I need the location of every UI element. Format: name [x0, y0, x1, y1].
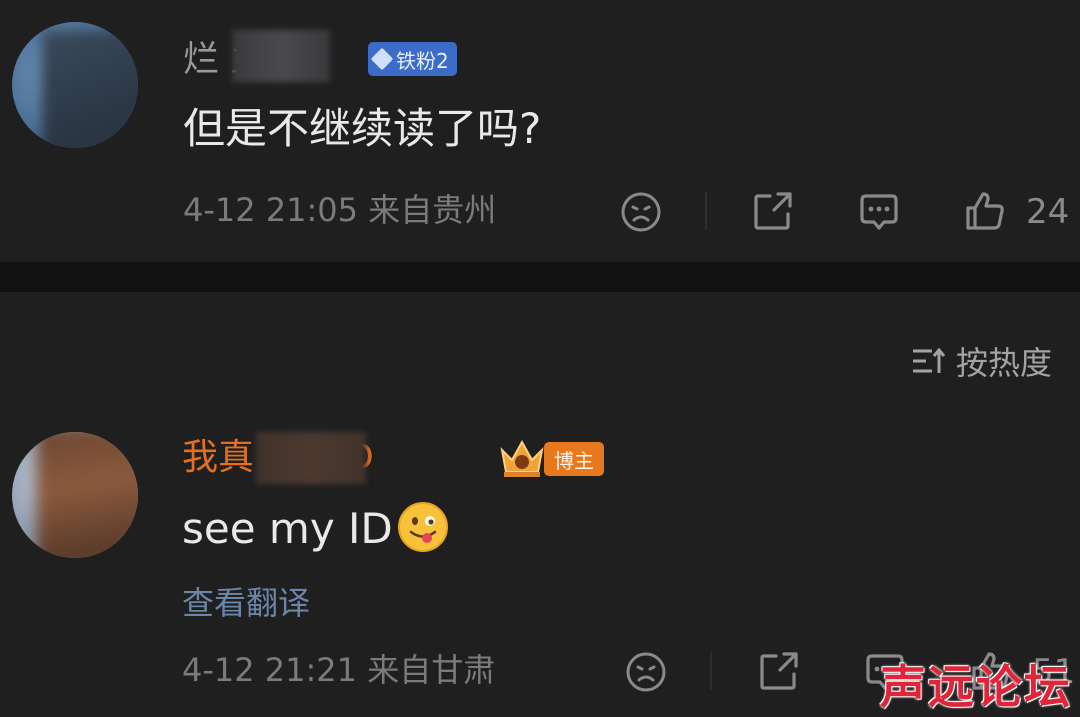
site-watermark: 声远论坛: [880, 660, 1072, 714]
blogger-badge-label: 博主: [554, 448, 594, 473]
comment-meta: 4-12 21:21 来自甘肃: [182, 651, 496, 689]
reply-icon[interactable]: [856, 188, 902, 234]
share-icon[interactable]: [750, 188, 796, 234]
avatar[interactable]: [12, 432, 138, 558]
redaction-blur: [232, 30, 330, 82]
comment-thread: 烂 兰 铁粉2 但是不继续读了吗? 4-12 21:05 来自贵州 24 按热度…: [0, 0, 1080, 717]
comment-text: see my ID: [182, 501, 449, 553]
share-icon[interactable]: [756, 648, 802, 694]
like-count: 24: [1026, 192, 1070, 232]
section-divider: [0, 262, 1080, 292]
sort-label: 按热度: [956, 344, 1053, 382]
like-icon[interactable]: [962, 188, 1008, 234]
blogger-badge[interactable]: 博主: [544, 442, 604, 476]
crown-icon: [500, 439, 544, 477]
tongue-out-emoji-icon: [397, 501, 448, 552]
sort-by-heat-button[interactable]: 按热度: [910, 338, 1052, 384]
comment-text: 但是不继续读了吗?: [183, 104, 542, 153]
avatar[interactable]: [12, 22, 138, 148]
fan-badge-label: 铁粉2: [396, 48, 449, 73]
comment-text-value: see my ID: [182, 504, 393, 553]
dislike-face-icon[interactable]: [619, 190, 663, 234]
diamond-icon: [370, 47, 394, 71]
dislike-face-icon[interactable]: [624, 650, 668, 694]
view-translation-link[interactable]: 查看翻译: [182, 578, 310, 624]
fan-badge[interactable]: 铁粉2: [368, 42, 457, 76]
divider: [710, 652, 712, 690]
comment-meta: 4-12 21:05 来自贵州: [183, 191, 497, 229]
redaction-blur: [256, 432, 366, 484]
divider: [705, 192, 707, 230]
sort-icon: [913, 347, 946, 373]
